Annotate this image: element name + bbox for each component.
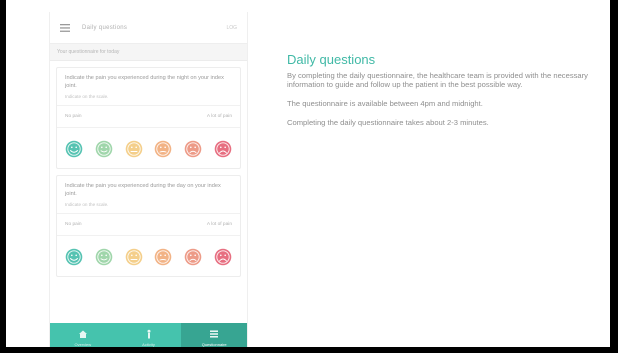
question-text: Indicate the pain you experienced during… (65, 75, 224, 89)
very-sad-face-icon[interactable] (214, 248, 232, 266)
uneasy-face-icon[interactable] (154, 248, 172, 266)
sad-face-icon[interactable] (184, 248, 202, 266)
info-paragraph: The questionnaire is available between 4… (287, 99, 483, 108)
info-paragraph: Completing the daily questionnaire takes… (287, 118, 489, 127)
neutral-face-icon[interactable] (125, 140, 143, 158)
topbar-action[interactable]: LOG (226, 25, 237, 31)
happy-face-icon[interactable] (95, 140, 113, 158)
app-topbar: Daily questions LOG (50, 12, 247, 44)
phone-screenshot: Daily questions LOG Your questionnaire f… (49, 12, 248, 353)
question-card: Indicate the pain you experienced during… (56, 175, 241, 277)
very-happy-face-icon[interactable] (65, 140, 83, 158)
neutral-face-icon[interactable] (125, 248, 143, 266)
person-icon (144, 329, 154, 339)
home-icon (78, 329, 88, 339)
section-header: Your questionnaire for today (50, 44, 247, 61)
slide: Daily questions LOG Your questionnaire f… (0, 0, 618, 353)
question-card: Indicate the pain you experienced during… (56, 67, 241, 169)
scale-min-label: No pain (65, 114, 82, 119)
scale-labels: No pain A lot of pain (57, 106, 240, 128)
question-text: Indicate the pain you experienced during… (65, 183, 221, 197)
very-happy-face-icon[interactable] (65, 248, 83, 266)
app-title: Daily questions (82, 24, 128, 31)
very-sad-face-icon[interactable] (214, 140, 232, 158)
hamburger-menu-icon[interactable] (60, 23, 70, 32)
scale-max-label: A lot of pain (206, 114, 232, 119)
happy-face-icon[interactable] (95, 248, 113, 266)
info-title: Daily questions (287, 52, 376, 67)
scale-max-label: A lot of pain (206, 222, 232, 227)
uneasy-face-icon[interactable] (154, 140, 172, 158)
slide-canvas: Daily questions LOG Your questionnaire f… (6, 0, 610, 353)
scale-min-label: No pain (65, 222, 82, 227)
face-scale (57, 128, 240, 168)
scale-labels: No pain A lot of pain (57, 214, 240, 236)
info-paragraph: By completing the daily questionnaire, t… (287, 71, 588, 89)
slide-bottom-border (0, 347, 618, 353)
list-icon (209, 329, 219, 339)
sad-face-icon[interactable] (184, 140, 202, 158)
question-hint: Indicate on the scale. (57, 90, 240, 106)
face-scale (57, 236, 240, 276)
question-hint: Indicate on the scale. (57, 198, 240, 214)
info-panel: Daily questions By completing the daily … (287, 52, 609, 137)
